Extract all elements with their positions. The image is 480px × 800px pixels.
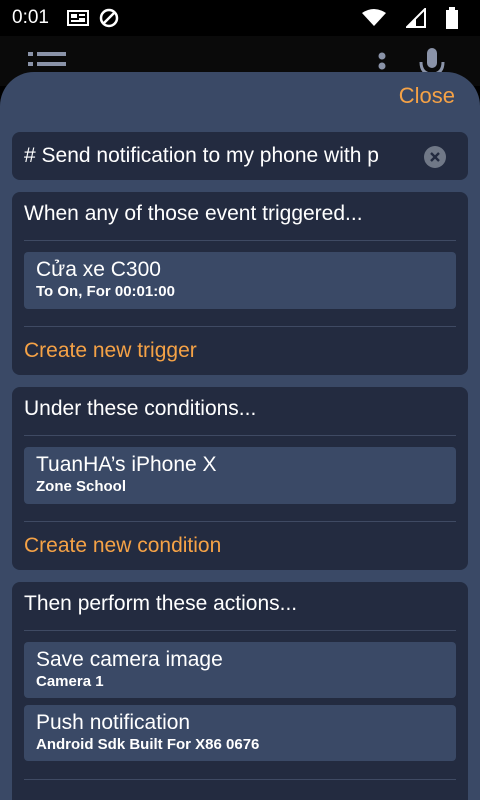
trigger-item[interactable]: Cửa xe C300 To On, For 00:01:00 [24,252,456,309]
condition-item-subtitle: Zone School [36,478,126,495]
clear-icon[interactable] [424,146,446,168]
battery-icon [446,7,458,29]
actions-section-title: Then perform these actions... [24,592,298,615]
condition-item-title: TuanHA’s iPhone X [36,453,217,476]
triggers-section-title: When any of those event triggered... [24,202,363,225]
trigger-item-subtitle: To On, For 00:01:00 [36,283,175,300]
automation-editor-sheet: Close # Send notification to my phone wi… [0,72,480,800]
trigger-item-title: Cửa xe C300 [36,258,161,281]
conditions-section: Under these conditions... TuanHA’s iPhon… [12,387,468,570]
divider [24,240,456,241]
wifi-icon [362,9,386,27]
divider [24,326,456,327]
action-item-subtitle: Android Sdk Built For X86 0676 [36,736,260,753]
actions-section: Then perform these actions... Save camer… [12,582,468,800]
divider [24,435,456,436]
action-item-title: Save camera image [36,648,223,671]
divider [24,521,456,522]
divider [24,779,456,780]
close-button[interactable]: Close [399,83,455,109]
action-item[interactable]: Save camera image Camera 1 [24,642,456,698]
create-trigger-button[interactable]: Create new trigger [24,339,197,363]
action-item-title: Push notification [36,711,191,734]
condition-item[interactable]: TuanHA’s iPhone X Zone School [24,447,456,504]
blocked-icon [99,8,119,28]
triggers-section: When any of those event triggered... Cửa… [12,192,468,375]
divider [24,630,456,631]
conditions-section-title: Under these conditions... [24,397,257,420]
action-item-subtitle: Camera 1 [36,673,104,690]
status-bar: 0:01 [0,0,480,36]
automation-name-text: # Send notification to my phone with p [24,144,379,167]
status-time: 0:01 [12,7,49,28]
automation-name-input[interactable]: # Send notification to my phone with p [12,132,468,180]
news-icon [66,10,89,26]
cell-signal-icon [406,8,426,28]
create-condition-button[interactable]: Create new condition [24,534,221,558]
action-item[interactable]: Push notification Android Sdk Built For … [24,705,456,761]
